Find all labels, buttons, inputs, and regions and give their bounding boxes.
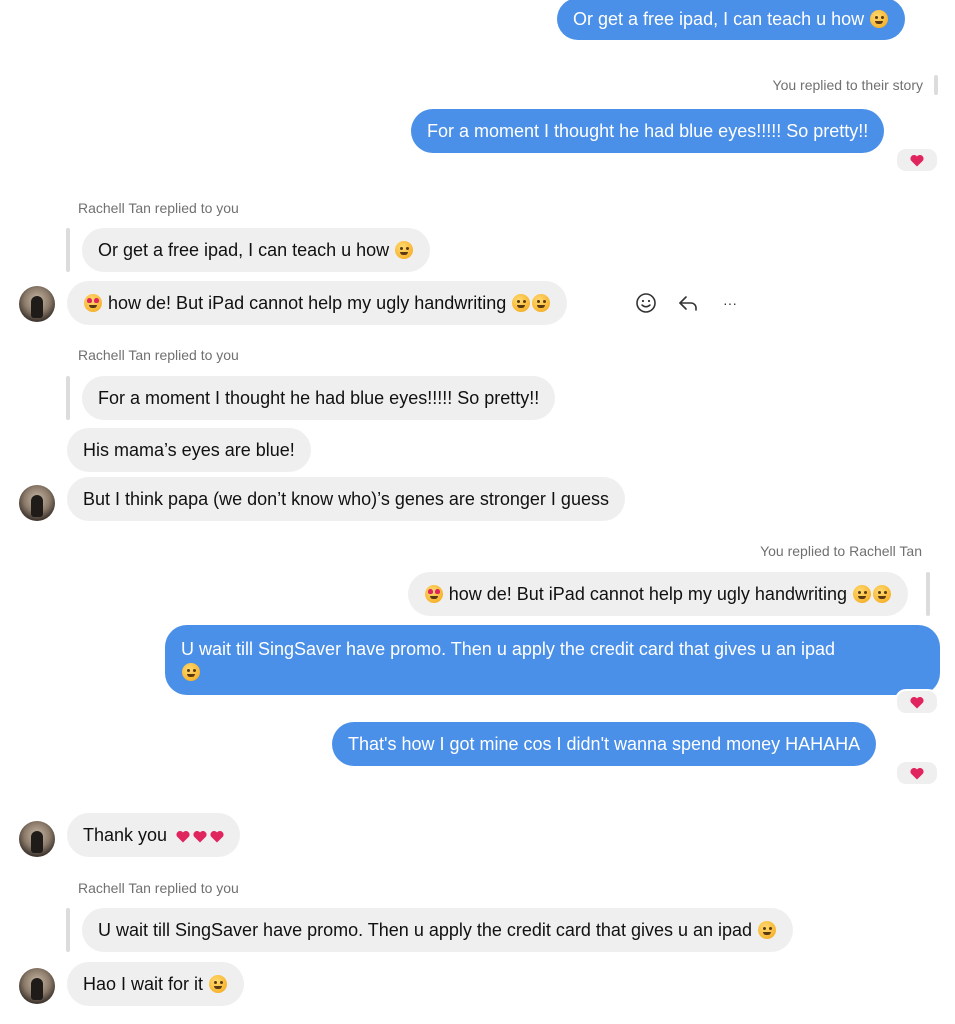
reply-arrow-icon[interactable] [676,291,700,315]
quote-bar [926,572,930,616]
crying-emoji-icon [532,294,551,312]
message-outgoing[interactable]: That's how I got mine cos I didn't wanna… [332,722,877,766]
smiley-icon[interactable] [634,291,658,315]
reply-note: Rachell Tan replied to you [78,880,239,896]
quoted-message[interactable]: how de! But iPad cannot help my ugly han… [407,572,908,616]
reaction-heart[interactable] [895,760,939,786]
crying-emoji-icon [853,585,871,603]
quoted-text: For a moment I thought he had blue eyes!… [98,388,540,408]
quote-bar [66,228,70,272]
message-text: That's how I got mine cos I didn't wanna… [348,734,861,754]
heart-icon [910,154,924,167]
avatar[interactable] [19,485,55,521]
reply-note: Rachell Tan replied to you [78,200,239,216]
message-text: U wait till SingSaver have promo. Then u… [181,639,836,659]
message-text: Thank you [83,825,168,845]
laughing-emoji-icon [209,975,228,993]
reply-note: Rachell Tan replied to you [78,347,239,363]
message-incoming[interactable]: Hao I wait for it [67,962,245,1006]
message-text: how de! But iPad cannot help my ugly han… [108,293,507,313]
crying-emoji-icon [512,294,531,312]
message-text: Or get a free ipad, I can teach u how [573,9,865,29]
reply-note: You replied to Rachell Tan [760,543,922,559]
crying-emoji-icon [873,585,891,603]
reaction-heart[interactable] [895,147,939,173]
story-reply-note: You replied to their story [772,77,923,93]
message-outgoing[interactable]: Or get a free ipad, I can teach u how [557,0,906,40]
quote-bar [66,376,70,420]
message-incoming[interactable]: His mama’s eyes are blue! [67,428,311,472]
heart-eyes-emoji-icon [424,585,443,603]
avatar[interactable] [19,968,55,1004]
heart-eyes-emoji-icon [84,294,102,312]
message-incoming[interactable]: Thank you [67,813,241,857]
avatar[interactable] [19,286,55,322]
quoted-text: U wait till SingSaver have promo. Then u… [98,920,753,940]
more-dots-icon[interactable]: ··· [718,291,742,315]
story-thumbnail[interactable] [934,75,938,95]
heart-icon [193,830,207,843]
message-text: His mama’s eyes are blue! [83,440,295,460]
wink-emoji-icon [758,921,777,939]
wink-emoji-icon [182,663,200,681]
message-incoming[interactable]: But I think papa (we don’t know who)’s g… [67,477,625,521]
quoted-message[interactable]: Or get a free ipad, I can teach u how [82,228,431,272]
heart-icon [910,696,924,709]
quoted-message[interactable]: For a moment I thought he had blue eyes!… [82,376,556,420]
heart-icon [176,830,190,843]
chat-thread: Or get a free ipad, I can teach u how Yo… [0,0,955,1024]
message-text: For a moment I thought he had blue eyes!… [427,121,869,141]
quoted-text: Or get a free ipad, I can teach u how [98,240,390,260]
message-outgoing[interactable]: For a moment I thought he had blue eyes!… [411,109,885,153]
quoted-message[interactable]: U wait till SingSaver have promo. Then u… [82,908,794,952]
quoted-text: how de! But iPad cannot help my ugly han… [448,584,847,604]
reaction-heart[interactable] [895,689,939,715]
message-text: But I think papa (we don’t know who)’s g… [83,489,609,509]
message-text: Hao I wait for it [83,974,204,994]
heart-icon [210,830,224,843]
wink-emoji-icon [395,241,414,259]
avatar[interactable] [19,821,55,857]
quote-bar [66,908,70,952]
message-outgoing[interactable]: U wait till SingSaver have promo. Then u… [165,625,940,695]
heart-icon [910,767,924,780]
message-incoming[interactable]: how de! But iPad cannot help my ugly han… [67,281,568,325]
wink-emoji-icon [870,10,889,28]
